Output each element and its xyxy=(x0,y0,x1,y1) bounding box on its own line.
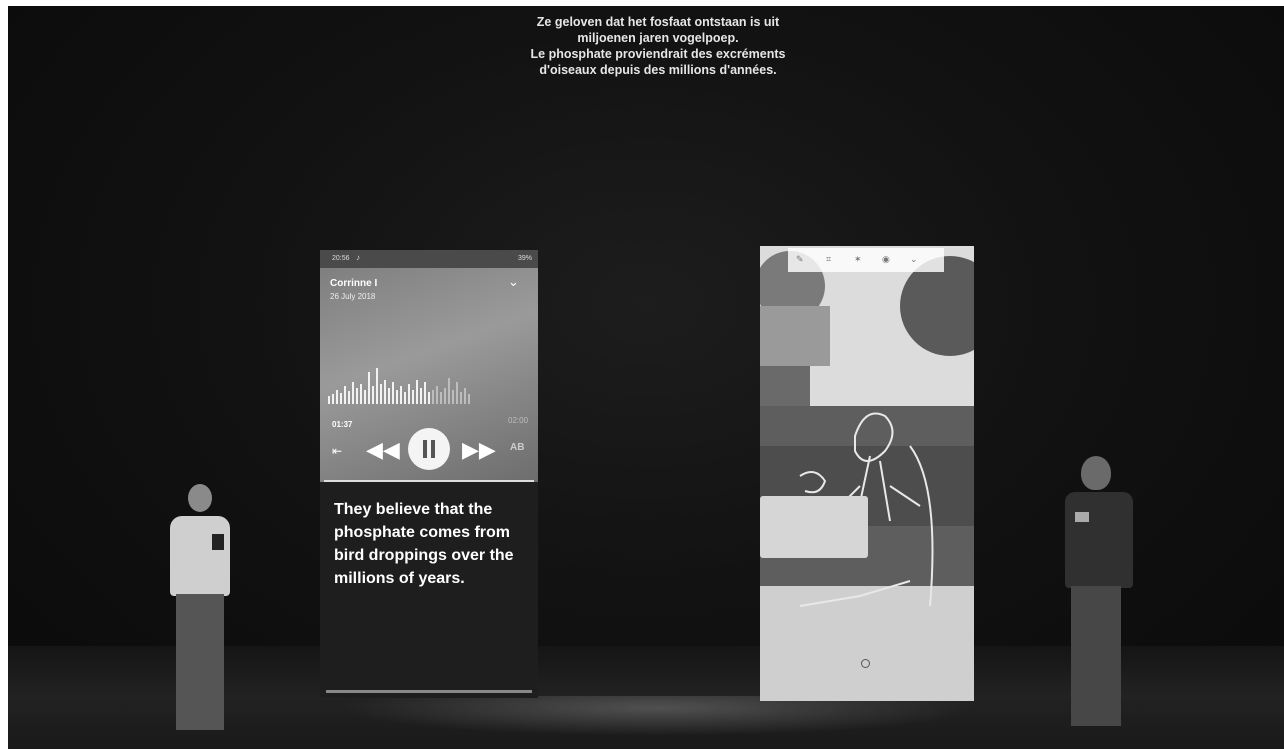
pause-button[interactable] xyxy=(408,428,450,470)
time-current: 01:37 xyxy=(332,420,353,429)
performer-right xyxy=(1053,454,1143,744)
track-title: Corrinne I xyxy=(330,278,378,289)
pen-icon[interactable]: ✎ xyxy=(796,254,804,265)
performer-left-torso xyxy=(170,516,230,596)
camera-screen: ✎ ⌗ ✶ ◉ ⌄ xyxy=(760,246,974,701)
stage: Ze geloven dat het fosfaat ontstaan is u… xyxy=(8,6,1284,749)
performer-left-legs xyxy=(176,594,224,730)
progress-bar[interactable] xyxy=(324,480,534,482)
status-battery: 39% xyxy=(517,255,532,262)
surtitle-dutch-line-1: Ze geloven dat het fosfaat ontstaan is u… xyxy=(536,15,780,29)
rewind-icon[interactable]: ◀◀ xyxy=(366,437,400,463)
surtitles: Ze geloven dat het fosfaat ontstaan is u… xyxy=(448,14,868,78)
skip-start-icon[interactable]: ⇤ xyxy=(332,444,342,458)
performer-right-legs xyxy=(1071,586,1121,726)
ab-repeat-button[interactable]: AB xyxy=(510,442,524,453)
shutter-icon[interactable] xyxy=(861,659,870,668)
fast-forward-icon[interactable]: ▶▶ xyxy=(462,437,496,463)
waveform[interactable] xyxy=(326,360,476,410)
home-indicator xyxy=(326,690,532,693)
caption-text: They believe that the phosphate comes fr… xyxy=(334,501,514,587)
surtitle-french-line-1: Le phosphate proviendrait des excréments xyxy=(530,47,786,61)
camera-scene xyxy=(760,246,974,701)
status-time: 20:56 xyxy=(332,255,350,262)
surtitle-dutch-line-2: miljoenen jaren vogelpoep. xyxy=(577,31,739,45)
time-total: 02:00 xyxy=(508,416,529,425)
crop-icon[interactable]: ⌗ xyxy=(826,254,831,265)
performer-right-phone xyxy=(1075,512,1089,522)
performer-right-head xyxy=(1081,456,1111,490)
camera-toolbar: ✎ ⌗ ✶ ◉ ⌄ xyxy=(788,248,944,272)
performer-left xyxy=(158,480,238,748)
performer-left-phone xyxy=(212,534,224,550)
camera-icon[interactable]: ◉ xyxy=(882,254,890,265)
brightness-icon[interactable]: ✶ xyxy=(854,254,862,265)
music-player-screen: 20:56 ♪ 39% Corrinne I 26 July 2018 ⌄ 01… xyxy=(320,250,538,698)
performer-right-torso xyxy=(1065,492,1133,588)
chevron-down-icon[interactable]: ⌄ xyxy=(910,254,918,265)
photo-thumbnail[interactable] xyxy=(760,496,868,558)
floor-reflection xyxy=(338,696,978,736)
music-note-icon: ♪ xyxy=(356,253,360,262)
track-date: 26 July 2018 xyxy=(330,292,376,301)
status-bar: 20:56 ♪ 39% xyxy=(320,250,538,268)
surtitle-french-line-2: d'oiseaux depuis des millions d'années. xyxy=(539,63,777,77)
chevron-down-icon[interactable]: ⌄ xyxy=(508,274,519,290)
player-panel: 20:56 ♪ 39% Corrinne I 26 July 2018 ⌄ 01… xyxy=(320,250,538,482)
performer-left-head xyxy=(188,484,212,512)
